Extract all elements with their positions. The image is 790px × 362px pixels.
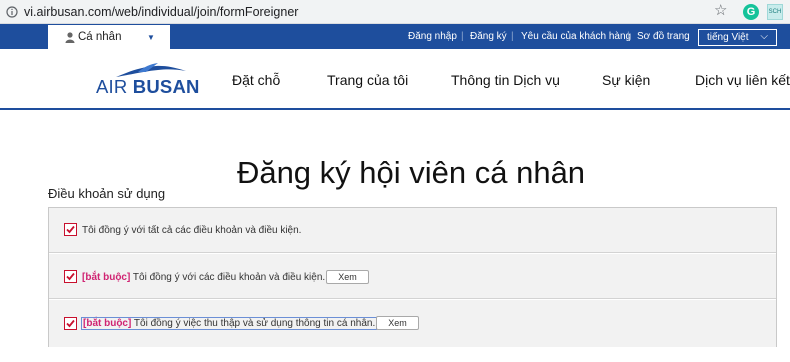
customer-request-link[interactable]: Yêu cầu của khách hàng xyxy=(521,31,631,42)
required-tag: [bắt buộc] xyxy=(82,272,131,283)
bookmark-star-icon[interactable]: ☆ xyxy=(714,3,727,19)
checkmark-icon xyxy=(66,225,75,234)
login-link[interactable]: Đăng nhập xyxy=(408,31,457,42)
language-label: tiếng Việt xyxy=(707,32,749,43)
grammarly-extension-icon[interactable]: G xyxy=(743,4,759,20)
nav-booking[interactable]: Đặt chỗ xyxy=(232,72,280,88)
privacy-consent-row: [bắt buộc] Tôi đồng ý việc thu thập và s… xyxy=(49,300,776,347)
utility-links: Đăng nhập | Đăng ký | Yêu cầu của khách … xyxy=(0,24,790,49)
separator: | xyxy=(627,31,630,42)
url-field[interactable]: vi.airbusan.com/web/individual/join/form… xyxy=(24,5,298,19)
checkmark-icon xyxy=(66,272,75,281)
terms-conditions-checkbox[interactable] xyxy=(64,270,77,283)
logo-wordmark: AIR BUSAN xyxy=(96,76,200,97)
agree-all-row: Tôi đồng ý với tất cả các điều khoản và … xyxy=(49,208,776,253)
terms-conditions-row: [bắt buộc] Tôi đồng ý với các điều khoản… xyxy=(49,254,776,299)
privacy-consent-label: [bắt buộc] Tôi đồng ý việc thu thập và s… xyxy=(80,317,378,330)
view-privacy-button[interactable]: Xem xyxy=(376,316,419,330)
info-icon[interactable] xyxy=(6,5,18,19)
register-link[interactable]: Đăng ký xyxy=(470,31,507,42)
separator: | xyxy=(511,31,514,42)
separator: | xyxy=(461,31,464,42)
terms-agreement-box: Tôi đồng ý với tất cả các điều khoản và … xyxy=(48,207,777,347)
nav-events[interactable]: Sự kiện xyxy=(602,72,650,88)
air-busan-logo[interactable]: AIR BUSAN xyxy=(96,63,199,97)
browser-address-bar: vi.airbusan.com/web/individual/join/form… xyxy=(0,0,790,24)
view-terms-button[interactable]: Xem xyxy=(326,270,369,284)
chevron-down-icon: ⌵ xyxy=(760,31,768,42)
main-navigation: AIR BUSAN Đặt chỗ Trang của tôi Thông ti… xyxy=(0,49,790,110)
agree-all-checkbox[interactable] xyxy=(64,223,77,236)
sitemap-link[interactable]: Sơ đồ trang xyxy=(637,31,690,42)
required-tag: [bắt buộc] xyxy=(83,318,132,329)
checkmark-icon xyxy=(66,319,75,328)
nav-partner-services[interactable]: Dịch vụ liên kết xyxy=(695,72,790,88)
extension-icon[interactable]: SCH xyxy=(767,4,783,20)
language-select[interactable]: tiếng Việt ⌵ xyxy=(698,29,777,46)
terms-conditions-label: [bắt buộc] Tôi đồng ý với các điều khoản… xyxy=(82,272,326,283)
nav-my-page[interactable]: Trang của tôi xyxy=(327,72,408,88)
terms-heading: Điều khoản sử dụng xyxy=(48,186,166,201)
privacy-consent-checkbox[interactable] xyxy=(64,317,77,330)
agree-all-label: Tôi đồng ý với tất cả các điều khoản và … xyxy=(82,225,302,236)
nav-service-info[interactable]: Thông tin Dịch vụ xyxy=(451,72,560,88)
